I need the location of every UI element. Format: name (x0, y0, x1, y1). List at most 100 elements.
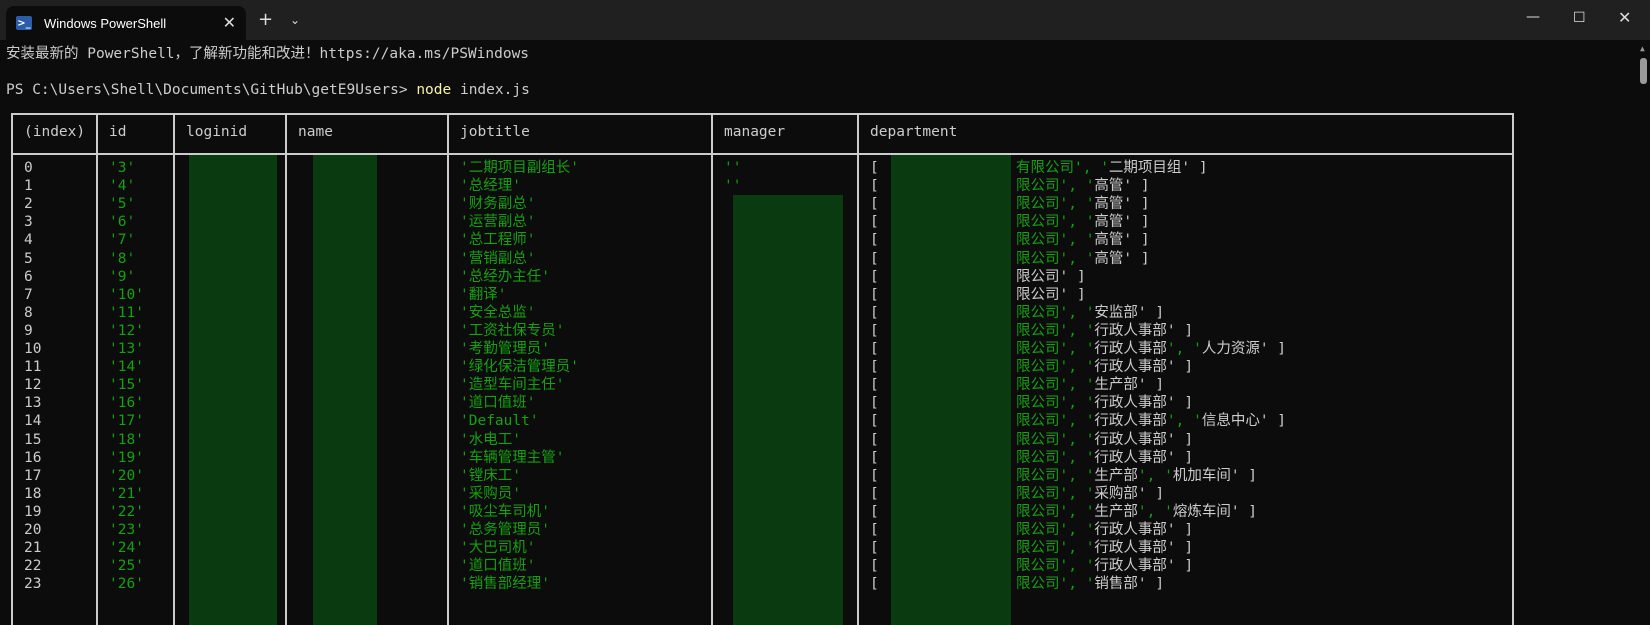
cell-index: 16 (24, 449, 42, 466)
cell-dept-open: [ (870, 250, 879, 267)
cell-id: '26' (109, 576, 144, 593)
scrollbar-thumb[interactable] (1640, 58, 1647, 84)
table-row: 1 '4' '总经理' '' [限公司', '高管' ] (13, 177, 1512, 196)
scrollbar[interactable] (1636, 40, 1650, 625)
cell-id: '19' (109, 449, 144, 466)
maximize-button[interactable]: ☐ (1573, 10, 1586, 26)
cell-jobtitle: '造型车间主任' (460, 377, 565, 394)
cell-id: '21' (109, 485, 144, 502)
header-index: (index) (24, 124, 86, 140)
cell-index: 2 (24, 196, 33, 213)
cell-department: 限公司' ] (1016, 286, 1086, 303)
header-jobtitle: jobtitle (460, 124, 530, 140)
cell-id: '15' (109, 377, 144, 394)
cell-dept-open: [ (870, 413, 879, 430)
cell-jobtitle: '考勤管理员' (460, 341, 550, 357)
cell-id: '9' (109, 268, 136, 285)
cell-dept-open: [ (870, 558, 879, 575)
table-row: 19 '22' '吸尘车司机' [限公司', '生产部', '熔炼车间' ] (13, 503, 1512, 522)
cell-jobtitle: '总务管理员' (460, 522, 550, 538)
close-tab-icon[interactable]: ✕ (223, 13, 236, 32)
table-row: 3 '6' '运营副总' [限公司', '高管' ] (13, 213, 1512, 232)
cell-manager: '' (724, 160, 742, 176)
table-row: 13 '16' '道口值班' [限公司', '行政人事部' ] (13, 394, 1512, 413)
cell-jobtitle: '财务副总' (460, 196, 536, 213)
cell-index: 21 (24, 540, 42, 557)
cell-jobtitle: '安全总监' (460, 304, 536, 321)
cell-index: 18 (24, 485, 42, 502)
new-tab-button[interactable]: + (258, 9, 273, 30)
cell-index: 10 (24, 341, 42, 357)
close-window-button[interactable]: ✕ (1618, 8, 1631, 27)
table-row: 17 '20' '镗床工' [限公司', '生产部', '机加车间' ] (13, 467, 1512, 486)
cell-id: '10' (109, 286, 144, 303)
cell-jobtitle: '运营副总' (460, 214, 536, 231)
cell-id: '13' (109, 341, 144, 357)
cell-dept-open: [ (870, 576, 879, 593)
cell-id: '8' (109, 250, 136, 267)
cell-department: 限公司', '生产部' ] (1016, 377, 1165, 394)
cell-id: '18' (109, 431, 144, 448)
cell-id: '22' (109, 503, 144, 520)
cell-jobtitle: '工资社保专员' (460, 322, 565, 339)
minimize-button[interactable]: — (1526, 9, 1540, 25)
cell-department: 限公司', '行政人事部' ] (1016, 359, 1194, 376)
table-row: 2 '5' '财务副总' [限公司', '高管' ] (13, 195, 1512, 214)
tab-windows-powershell[interactable]: >_ Windows PowerShell ✕ (6, 6, 246, 40)
table-row: 4 '7' '总工程师' [限公司', '高管' ] (13, 231, 1512, 250)
cell-dept-open: [ (870, 268, 879, 285)
tab-title: Windows PowerShell (44, 15, 167, 31)
cell-id: '5' (109, 196, 136, 213)
cell-jobtitle: '总经理' (460, 178, 521, 195)
cell-jobtitle: '大巴司机' (460, 540, 536, 557)
cell-department: 限公司', '生产部', '机加车间' ] (1016, 467, 1258, 484)
cell-dept-open: [ (870, 304, 879, 321)
cell-index: 6 (24, 268, 33, 285)
cell-jobtitle: '总经办主任' (460, 268, 550, 285)
cell-department: 限公司', '行政人事部' ] (1016, 395, 1194, 412)
cell-dept-open: [ (870, 503, 879, 520)
cell-index: 9 (24, 322, 33, 339)
powershell-icon: >_ (16, 16, 32, 30)
title-bar: >_ Windows PowerShell ✕ + ⌄ — ☐ ✕ (0, 0, 1650, 40)
cell-dept-open: [ (870, 286, 879, 303)
cell-dept-open: [ (870, 467, 879, 484)
cell-jobtitle: '销售部经理' (460, 576, 550, 593)
scroll-up-icon[interactable]: ▲ (1640, 44, 1645, 53)
cell-id: '4' (109, 178, 136, 195)
chevron-down-icon[interactable]: ⌄ (290, 13, 300, 27)
cell-jobtitle: '道口值班' (460, 558, 536, 575)
cell-index: 3 (24, 214, 33, 231)
cell-index: 0 (24, 160, 33, 176)
cell-department: 有限公司', '二期项目组' ] (1016, 160, 1208, 176)
cell-index: 1 (24, 178, 33, 195)
cell-id: '24' (109, 540, 144, 557)
table-row: 18 '21' '采购员' [限公司', '采购部' ] (13, 485, 1512, 504)
cell-id: '6' (109, 214, 136, 231)
console-table: (index) id loginid name jobtitle manager… (11, 113, 1514, 625)
cell-jobtitle: '镗床工' (460, 467, 521, 484)
cell-dept-open: [ (870, 359, 879, 376)
cell-department: 限公司', '高管' ] (1016, 196, 1150, 213)
cell-index: 23 (24, 576, 42, 593)
cell-dept-open: [ (870, 341, 879, 357)
header-department: department (870, 124, 958, 140)
cell-department: 限公司', '行政人事部' ] (1016, 522, 1194, 538)
command: node (416, 82, 452, 98)
cell-department: 限公司', '高管' ] (1016, 250, 1150, 267)
cell-id: '11' (109, 304, 144, 321)
cell-id: '20' (109, 467, 144, 484)
cell-index: 5 (24, 250, 33, 267)
cell-index: 11 (24, 359, 42, 376)
header-name: name (298, 124, 333, 140)
cell-jobtitle: '水电工' (460, 431, 521, 448)
cell-jobtitle: '车辆管理主管' (460, 449, 565, 466)
cell-department: 限公司', '行政人事部' ] (1016, 431, 1194, 448)
cell-dept-open: [ (870, 395, 879, 412)
table-row: 22 '25' '道口值班' [限公司', '行政人事部' ] (13, 557, 1512, 576)
cell-dept-open: [ (870, 232, 879, 249)
cell-id: '17' (109, 413, 144, 430)
cell-id: '23' (109, 522, 144, 538)
cell-id: '25' (109, 558, 144, 575)
cell-dept-open: [ (870, 485, 879, 502)
